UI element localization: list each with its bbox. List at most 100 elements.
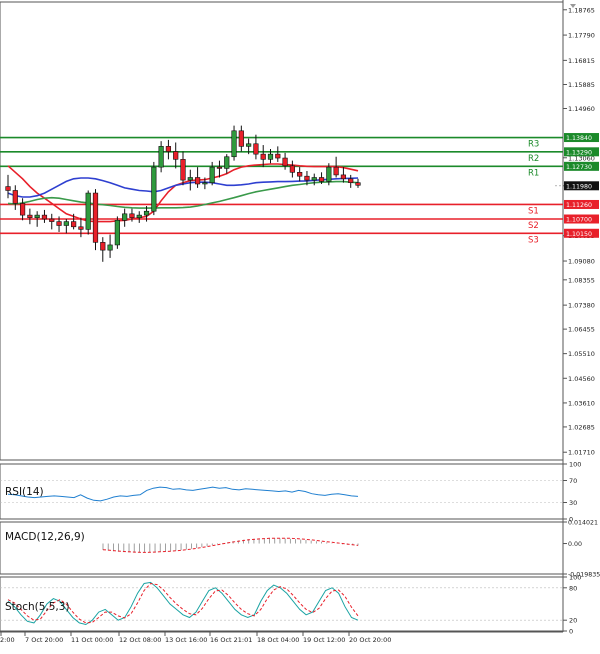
level-label-r1: R1 bbox=[528, 168, 539, 178]
candle-body bbox=[5, 186, 11, 191]
candle-body bbox=[158, 146, 164, 168]
candle bbox=[231, 125, 237, 161]
candle bbox=[114, 216, 120, 249]
level-price-label: 1.10700 bbox=[566, 217, 592, 224]
x-tick-label: 2:00 bbox=[0, 636, 15, 644]
rsi-tick-label: 70 bbox=[569, 477, 577, 485]
candle bbox=[92, 189, 99, 251]
level-price-label: 1.11260 bbox=[566, 202, 592, 209]
level-label-s2: S2 bbox=[528, 221, 539, 231]
y-tick-label: 1.17790 bbox=[568, 32, 595, 40]
candle-body bbox=[275, 153, 281, 159]
candle-body bbox=[253, 143, 259, 155]
candle-body bbox=[282, 157, 288, 167]
candle-body bbox=[318, 177, 325, 182]
y-tick-label: 1.01710 bbox=[568, 449, 595, 457]
level-price-label: 1.13840 bbox=[566, 135, 592, 142]
y-tick-label: 1.07380 bbox=[568, 302, 595, 310]
level-label-r3: R3 bbox=[528, 140, 539, 150]
y-tick-label: 1.09080 bbox=[568, 258, 595, 266]
x-tick-label: 16 Oct 21:01 bbox=[210, 636, 252, 644]
candle-body bbox=[92, 192, 99, 243]
candle-body bbox=[129, 213, 135, 219]
candle-body bbox=[355, 182, 361, 186]
candle-body bbox=[311, 177, 317, 181]
level-price-label: 1.12730 bbox=[566, 164, 592, 171]
candle-body bbox=[238, 130, 244, 147]
candle-body bbox=[34, 214, 40, 219]
y-tick-label: 1.02685 bbox=[568, 423, 595, 431]
level-label-s1: S1 bbox=[528, 206, 539, 216]
y-tick-label: 1.06455 bbox=[568, 326, 595, 334]
candle-body bbox=[297, 172, 303, 177]
rsi-title: RSI(14) bbox=[5, 486, 44, 498]
candle-body bbox=[340, 174, 347, 180]
x-tick-label: 11 Oct 00:00 bbox=[71, 636, 113, 644]
macd-title: MACD(12,26,9) bbox=[5, 531, 85, 543]
candle-body bbox=[216, 166, 223, 169]
macd-tick-label: 0.00 bbox=[568, 541, 582, 548]
x-tick-label: 7 Oct 20:00 bbox=[25, 636, 63, 644]
candle-body bbox=[202, 182, 208, 185]
candle-body bbox=[143, 210, 150, 216]
panel-frame bbox=[0, 576, 564, 632]
level-label-s3: S3 bbox=[528, 235, 539, 245]
rsi-tick-label: 100 bbox=[569, 461, 581, 469]
stoch-title: Stoch(5,5,3) bbox=[5, 601, 70, 613]
x-tick-label: 13 Oct 16:00 bbox=[165, 636, 207, 644]
candle-body bbox=[122, 213, 128, 221]
candle-body bbox=[136, 214, 142, 219]
stoch-tick-label: 100 bbox=[569, 574, 581, 582]
y-tick-label: 1.15885 bbox=[568, 81, 595, 89]
candle-body bbox=[100, 242, 106, 251]
candle-body bbox=[348, 178, 354, 183]
candle-body bbox=[107, 244, 113, 251]
forex-chart: 1.18765 1.17790 1.16815 1.15885 1.14960 1.130… bbox=[0, 0, 600, 650]
candle-body bbox=[209, 166, 215, 183]
candle-body bbox=[78, 226, 84, 230]
level-price-label: 1.10150 bbox=[566, 231, 592, 238]
level-price-label: 1.13290 bbox=[566, 149, 592, 156]
rsi-tick-label: 30 bbox=[569, 499, 577, 507]
level-label-r2: R2 bbox=[528, 154, 539, 164]
candle-body bbox=[49, 218, 55, 222]
current-price-label: 1.11980 bbox=[566, 183, 592, 190]
x-tick-label: 20 Oct 20:00 bbox=[349, 636, 391, 644]
macd-tick-label: 0.014021 bbox=[568, 520, 598, 527]
y-tick-label: 1.05510 bbox=[568, 350, 595, 358]
y-tick-label: 1.18765 bbox=[568, 6, 595, 14]
candle-body bbox=[63, 221, 69, 226]
y-tick-label: 1.14960 bbox=[568, 105, 595, 113]
x-tick-label: 18 Oct 04:00 bbox=[257, 636, 299, 644]
stoch-tick-label: 0 bbox=[569, 628, 573, 636]
y-tick-label: 1.04560 bbox=[568, 375, 595, 383]
x-tick-label: 19 Oct 12:00 bbox=[303, 636, 345, 644]
candle-body bbox=[41, 214, 48, 220]
stoch-tick-label: 20 bbox=[569, 617, 577, 625]
candle-body bbox=[224, 156, 230, 169]
candle-body bbox=[173, 151, 179, 160]
candle-body bbox=[180, 159, 186, 181]
candle-body bbox=[304, 175, 310, 181]
candle-body bbox=[27, 214, 33, 219]
candle-body bbox=[260, 153, 266, 160]
panel-frame bbox=[0, 1, 564, 461]
candle-body bbox=[267, 153, 274, 160]
candle-body bbox=[12, 190, 18, 204]
candle-body bbox=[246, 143, 252, 147]
candle-body bbox=[187, 177, 193, 181]
candle-body bbox=[326, 166, 332, 182]
panel-frame bbox=[0, 521, 564, 575]
candle-body bbox=[56, 221, 62, 226]
candle-body bbox=[289, 165, 295, 173]
candle-body bbox=[151, 166, 157, 212]
candle bbox=[85, 190, 91, 235]
candle-body bbox=[114, 219, 120, 246]
candle-body bbox=[231, 130, 237, 158]
y-tick-label: 1.16815 bbox=[568, 57, 595, 65]
candle-body bbox=[71, 221, 77, 228]
stoch-tick-label: 80 bbox=[569, 584, 577, 592]
candle-body bbox=[333, 166, 339, 176]
candle-body bbox=[194, 177, 201, 185]
y-tick-label: 1.08355 bbox=[568, 276, 595, 284]
